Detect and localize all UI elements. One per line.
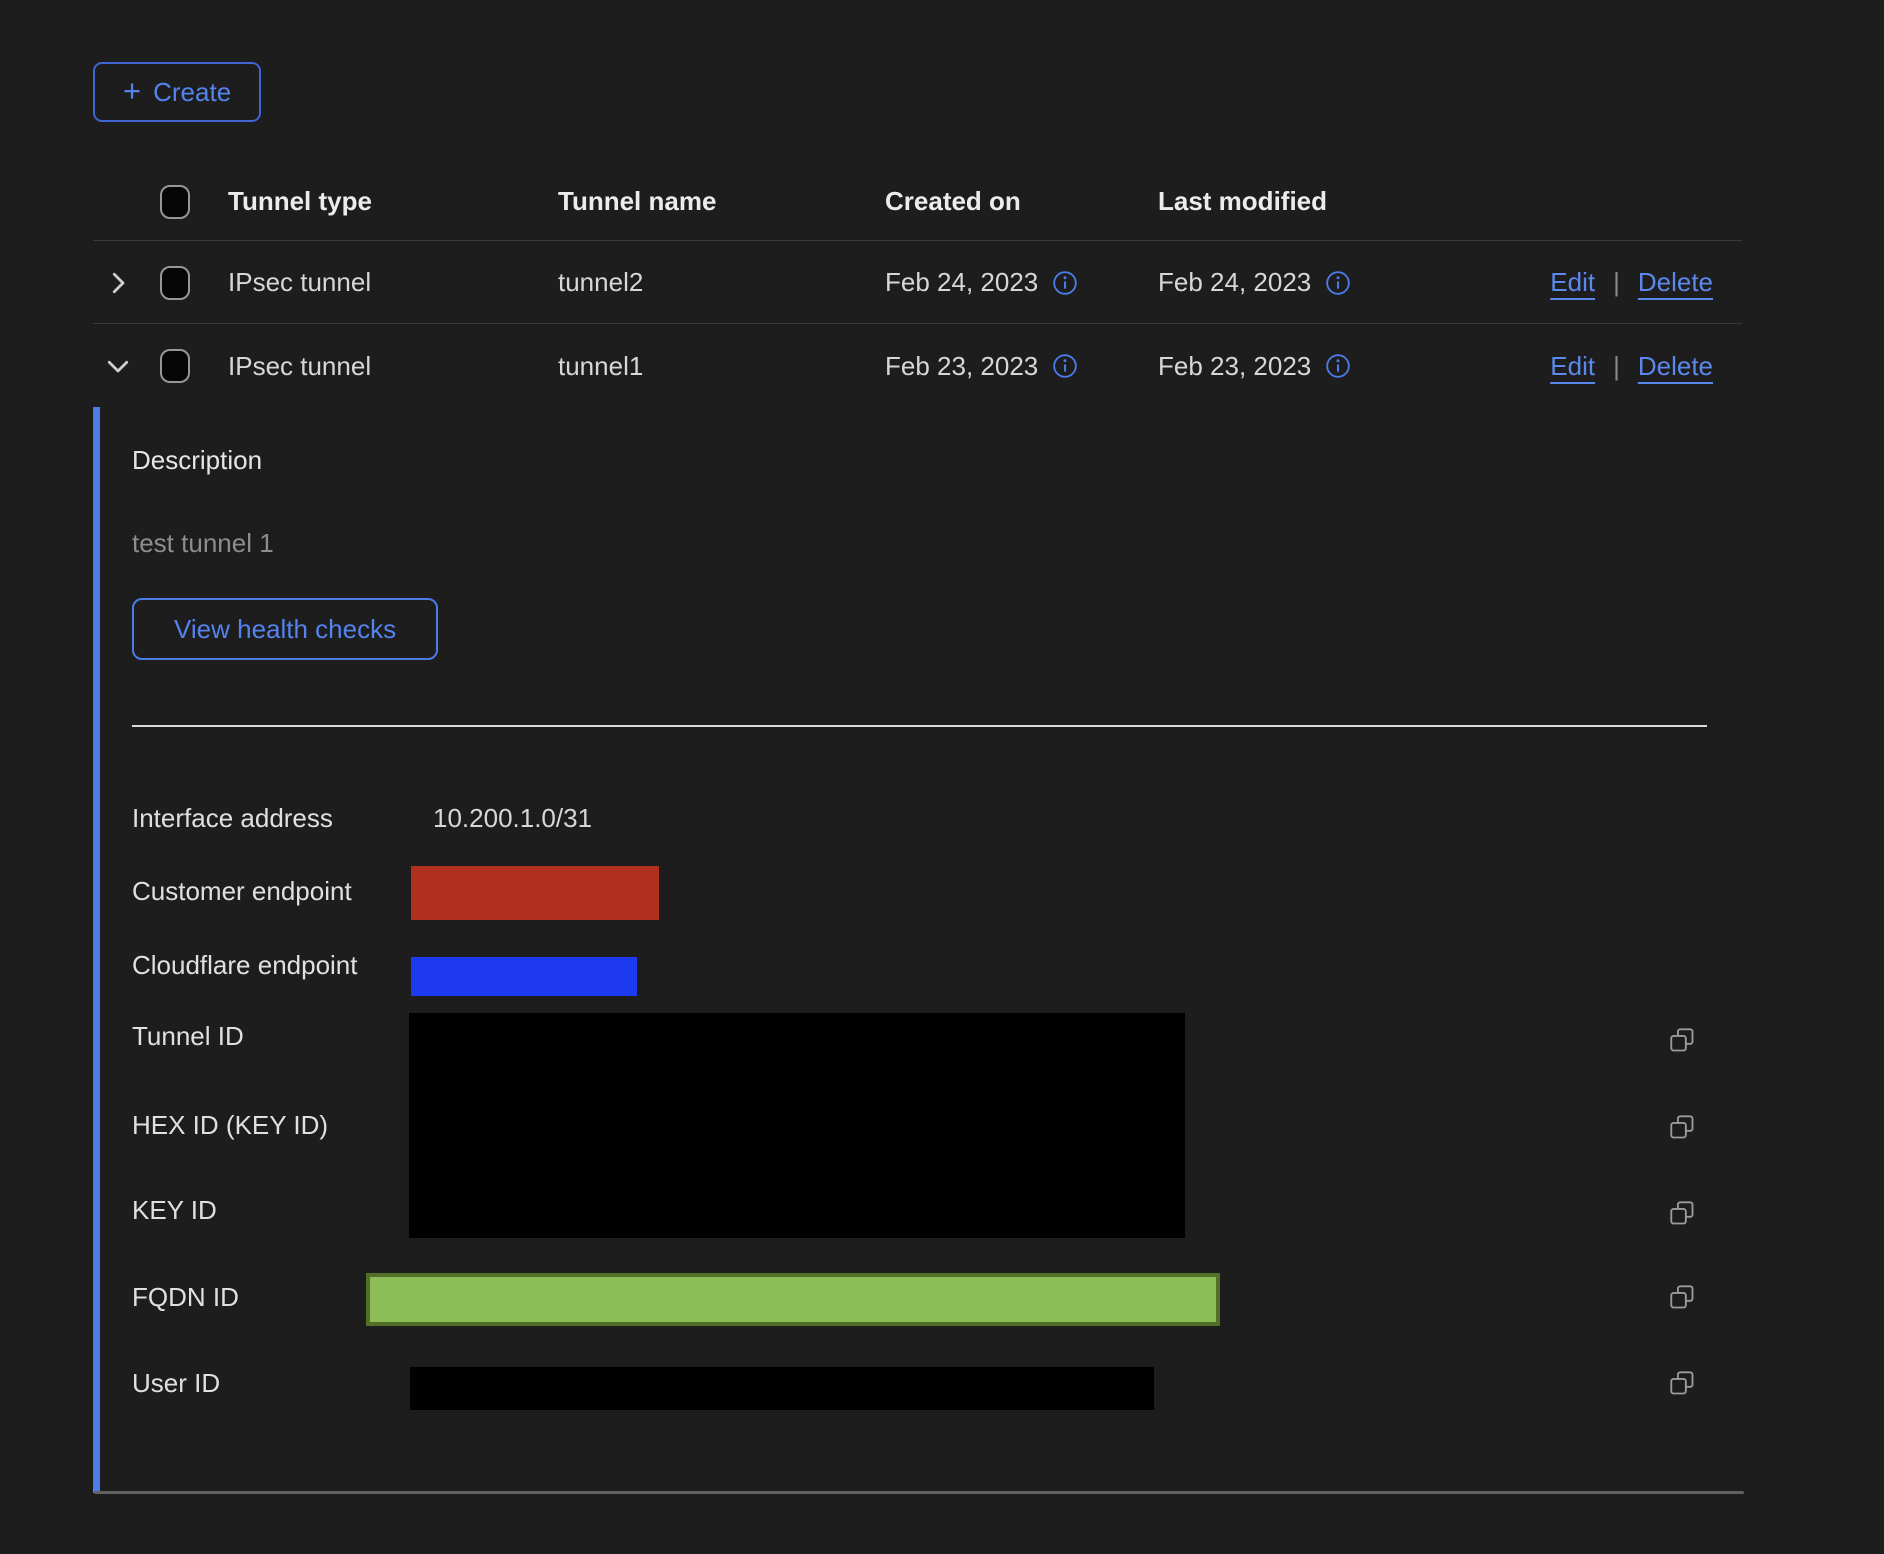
tunnel-name-cell: tunnel2 [558, 267, 885, 298]
actions-separator: | [1613, 267, 1620, 298]
copy-icon[interactable] [1668, 1113, 1696, 1141]
chevron-down-icon[interactable] [103, 351, 133, 381]
row-checkbox[interactable] [160, 266, 190, 300]
info-icon[interactable] [1325, 353, 1351, 379]
panel-divider [132, 725, 1707, 727]
interface-address-label: Interface address [132, 802, 333, 834]
user-id-label: User ID [132, 1367, 220, 1399]
fqdn-id-redaction [366, 1273, 1220, 1326]
cloudflare-endpoint-label: Cloudflare endpoint [132, 949, 358, 981]
info-icon[interactable] [1052, 270, 1078, 296]
column-header-last-modified: Last modified [1158, 186, 1430, 217]
row-checkbox[interactable] [160, 349, 190, 383]
chevron-right-icon[interactable] [103, 268, 133, 298]
description-label: Description [132, 444, 262, 476]
plus-icon: + [123, 75, 141, 106]
tunnel-detail-panel: Description test tunnel 1 View health ch… [93, 407, 1742, 1493]
edit-link[interactable]: Edit [1550, 351, 1595, 382]
created-on-cell: Feb 24, 2023 [885, 267, 1038, 298]
table-bottom-divider [94, 1491, 1744, 1494]
customer-endpoint-label: Customer endpoint [132, 875, 352, 907]
tunnel-type-cell: IPsec tunnel [228, 351, 558, 382]
hex-id-label: HEX ID (KEY ID) [132, 1109, 328, 1141]
column-header-tunnel-name: Tunnel name [558, 186, 885, 217]
ipsec-tunnels-page: + Create Tunnel type Tunnel name Created… [0, 0, 1884, 1554]
create-button-label: Create [153, 77, 231, 108]
expanded-row-accent-bar [93, 407, 100, 1493]
tunnel-name-cell: tunnel1 [558, 351, 885, 382]
column-header-created-on: Created on [885, 186, 1158, 217]
key-id-label: KEY ID [132, 1194, 217, 1226]
delete-link[interactable]: Delete [1638, 351, 1713, 382]
tunnel-id-label: Tunnel ID [132, 1020, 244, 1052]
info-icon[interactable] [1325, 270, 1351, 296]
tunnel-type-cell: IPsec tunnel [228, 267, 558, 298]
last-modified-cell: Feb 24, 2023 [1158, 267, 1311, 298]
copy-icon[interactable] [1668, 1369, 1696, 1397]
view-health-checks-button[interactable]: View health checks [132, 598, 438, 660]
view-health-checks-label: View health checks [174, 614, 396, 645]
customer-endpoint-redaction [411, 866, 659, 920]
fqdn-id-label: FQDN ID [132, 1281, 239, 1313]
table-row-tunnel1: IPsec tunnel tunnel1 Feb 23, 2023 Feb 23… [93, 325, 1742, 407]
info-icon[interactable] [1052, 353, 1078, 379]
column-header-tunnel-type: Tunnel type [228, 186, 558, 217]
last-modified-cell: Feb 23, 2023 [1158, 351, 1311, 382]
created-on-cell: Feb 23, 2023 [885, 351, 1038, 382]
header-checkbox-cell [160, 185, 228, 219]
table-header-row: Tunnel type Tunnel name Created on Last … [93, 163, 1742, 241]
table-row-tunnel2: IPsec tunnel tunnel2 Feb 24, 2023 Feb 24… [93, 242, 1742, 324]
copy-icon[interactable] [1668, 1199, 1696, 1227]
copy-icon[interactable] [1668, 1283, 1696, 1311]
create-button[interactable]: + Create [93, 62, 261, 122]
delete-link[interactable]: Delete [1638, 267, 1713, 298]
ids-redaction-block [409, 1013, 1185, 1238]
select-all-checkbox[interactable] [160, 185, 190, 219]
user-id-redaction [410, 1367, 1154, 1410]
actions-separator: | [1613, 351, 1620, 382]
interface-address-value: 10.200.1.0/31 [433, 802, 592, 834]
cloudflare-endpoint-redaction [411, 957, 637, 996]
copy-icon[interactable] [1668, 1026, 1696, 1054]
edit-link[interactable]: Edit [1550, 267, 1595, 298]
description-value: test tunnel 1 [132, 527, 274, 559]
